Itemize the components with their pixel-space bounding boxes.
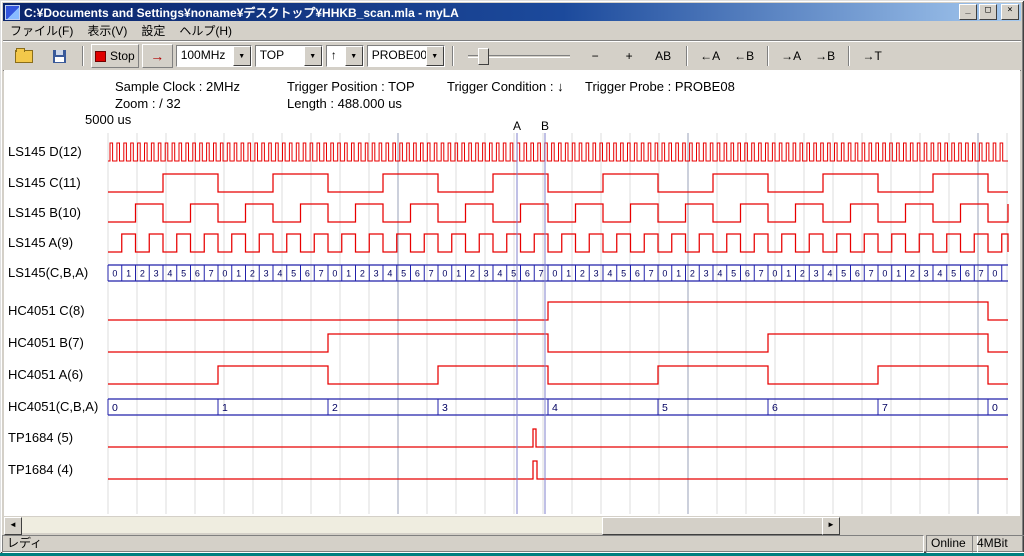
status-memory: 4MBit (972, 535, 1024, 553)
channel-label: HC4051 A(6) (8, 367, 83, 382)
status-online: Online (926, 535, 978, 553)
channel-label: HC4051(C,B,A) (8, 399, 98, 414)
title-bar[interactable]: C:¥Documents and Settings¥noname¥デスクトップ¥… (3, 3, 1021, 21)
prev-a-button[interactable]: ←A (695, 44, 726, 68)
sample-clock-info: Sample Clock : 2MHz (115, 79, 240, 94)
next-b-button[interactable]: →B (810, 44, 841, 68)
zoom-slider[interactable] (466, 46, 572, 66)
window-title: C:¥Documents and Settings¥noname¥デスクトップ¥… (20, 4, 959, 21)
run-button[interactable]: → (142, 44, 173, 68)
save-file-button[interactable] (43, 44, 75, 68)
channel-label: LS145 A(9) (8, 235, 73, 250)
zoom-in-button[interactable]: + (614, 44, 645, 68)
trigger-position-value: TOP (256, 46, 304, 66)
trigger-position-select[interactable]: TOP ▼ (255, 45, 323, 67)
next-a-button[interactable]: →A (776, 44, 807, 68)
stop-button[interactable]: Stop (91, 44, 139, 68)
zoom-slider-thumb[interactable] (478, 48, 489, 65)
chevron-down-icon[interactable]: ▼ (345, 46, 363, 66)
scrollbar-thumb[interactable] (602, 517, 826, 535)
channel-label: TP1684 (4) (8, 462, 73, 477)
channel-label: LS145 D(12) (8, 144, 82, 159)
channel-label: LS145 C(11) (8, 175, 81, 190)
chevron-down-icon[interactable]: ▼ (304, 46, 322, 66)
scroll-right-icon[interactable]: ► (822, 517, 840, 535)
prev-b-button[interactable]: ←B (729, 44, 760, 68)
zoom-info: Zoom : / 32 (115, 96, 181, 111)
menu-settings[interactable]: 設定 (134, 20, 172, 41)
trigger-condition-info: Trigger Condition : ↓ (447, 79, 564, 94)
time-origin-label: 5000 us (85, 112, 131, 127)
toolbar-separator (686, 46, 688, 66)
menu-bar: ファイル(F) 表示(V) 設定 ヘルプ(H) (3, 21, 1021, 41)
goto-trigger-button[interactable]: →T (857, 44, 888, 68)
maximize-button[interactable]: □ (979, 4, 997, 20)
chevron-down-icon[interactable]: ▼ (426, 46, 444, 66)
chevron-down-icon[interactable]: ▼ (233, 46, 251, 66)
open-folder-icon (15, 50, 33, 63)
toolbar-separator (767, 46, 769, 66)
channel-label: TP1684 (5) (8, 430, 73, 445)
close-button[interactable]: × (1001, 4, 1019, 20)
length-info: Length : 488.000 us (287, 96, 402, 111)
channel-label: HC4051 B(7) (8, 335, 84, 350)
horizontal-scrollbar[interactable]: ◄ ► (4, 517, 840, 533)
menu-file[interactable]: ファイル(F) (3, 20, 80, 41)
trigger-edge-value: ↑ (327, 46, 345, 66)
zoom-out-button[interactable]: − (580, 44, 611, 68)
waveform-panel[interactable] (4, 70, 1020, 516)
stop-label: Stop (110, 49, 135, 63)
trigger-position-info: Trigger Position : TOP (287, 79, 415, 94)
save-floppy-icon (53, 50, 66, 63)
toolbar-separator (848, 46, 850, 66)
status-ready: レディ (2, 535, 924, 553)
minimize-button[interactable]: _ (959, 4, 977, 20)
channel-label: HC4051 C(8) (8, 303, 85, 318)
menu-help[interactable]: ヘルプ(H) (172, 20, 239, 41)
menu-view[interactable]: 表示(V) (80, 20, 134, 41)
trigger-probe-select[interactable]: PROBE00 ▼ (367, 45, 445, 67)
stop-icon (95, 51, 106, 62)
toolbar-separator (82, 46, 84, 66)
run-arrow-icon: → (150, 48, 164, 64)
sample-rate-value: 100MHz (177, 46, 233, 66)
toolbar: Stop → 100MHz ▼ TOP ▼ ↑ ▼ PROBE00 ▼ − + … (3, 41, 1021, 71)
trigger-probe-info: Trigger Probe : PROBE08 (585, 79, 735, 94)
desktop: C:¥Documents and Settings¥noname¥デスクトップ¥… (0, 0, 1024, 556)
trigger-edge-select[interactable]: ↑ ▼ (326, 45, 364, 67)
app-icon (5, 5, 20, 20)
trigger-probe-value: PROBE00 (368, 46, 426, 66)
scroll-left-icon[interactable]: ◄ (4, 517, 22, 535)
toolbar-separator (452, 46, 454, 66)
channel-label: LS145 B(10) (8, 205, 81, 220)
sample-rate-select[interactable]: 100MHz ▼ (176, 45, 252, 67)
app-window: C:¥Documents and Settings¥noname¥デスクトップ¥… (0, 0, 1024, 553)
open-file-button[interactable] (8, 44, 40, 68)
channel-label: LS145(C,B,A) (8, 265, 88, 280)
ab-button[interactable]: AB (648, 44, 679, 68)
